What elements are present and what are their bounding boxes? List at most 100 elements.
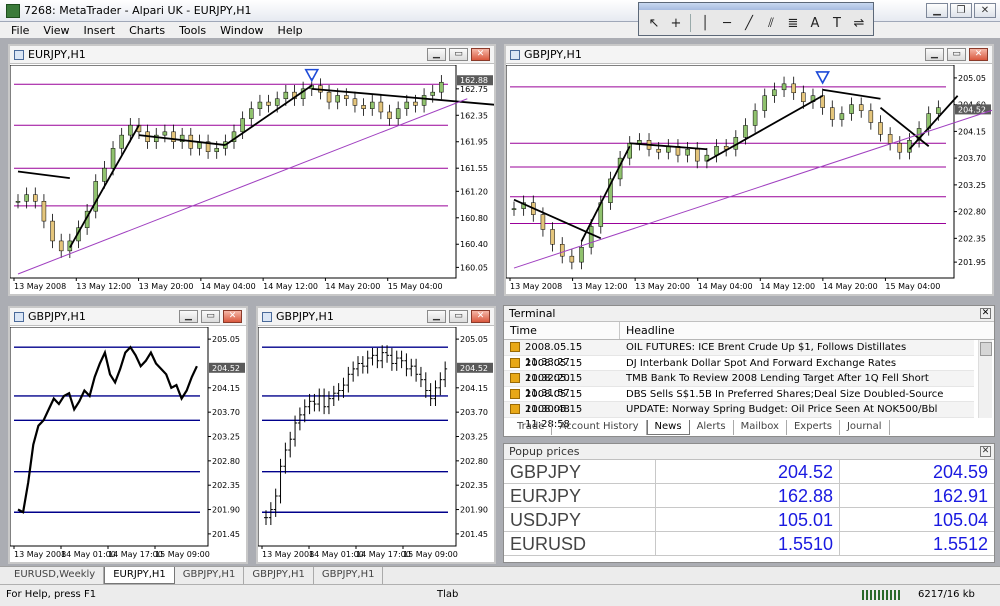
price-row[interactable]: USDJPY 105.01 105.04: [504, 508, 994, 532]
candle-body: [897, 143, 903, 153]
chart-window-gbpjpy[interactable]: GBPJPY,H1 ▁ ▭ ✕ 205.05204.60204.15203.70…: [504, 44, 994, 296]
candle-body: [685, 148, 690, 156]
chart-tab[interactable]: EURJPY,H1: [104, 567, 175, 584]
chart-window-titlebar[interactable]: EURJPY,H1 ▁ ▭ ✕: [10, 46, 494, 64]
price-row[interactable]: EURJPY 162.88 162.91: [504, 484, 994, 508]
news-headline: UPDATE: Norway Spring Budget: Oil Price …: [626, 404, 938, 415]
column-header-time[interactable]: Time: [504, 322, 620, 339]
chart-window-titlebar[interactable]: GBPJPY,H1 ▁ ▭ ✕: [258, 308, 494, 326]
time-tick-label: 15 May 09:00: [155, 550, 210, 559]
chart-window-titlebar[interactable]: GBPJPY,H1 ▁ ▭ ✕: [506, 46, 992, 64]
chart-maximize-button[interactable]: ▭: [449, 310, 468, 323]
menu-window[interactable]: Window: [213, 24, 270, 37]
chart-close-button[interactable]: ✕: [223, 310, 242, 323]
menu-insert[interactable]: Insert: [77, 24, 123, 37]
chart-close-button[interactable]: ✕: [471, 310, 490, 323]
candle-body: [569, 255, 575, 263]
chart-canvas[interactable]: 205.05 204.15 203.70 203.25 202.80 202.35 201.…: [10, 327, 246, 562]
terminal-scrollbar[interactable]: [978, 340, 992, 418]
news-row[interactable]: 2008.05.15 11:32:20 DJ Interbank Dollar S…: [504, 356, 974, 384]
chart-maximize-button[interactable]: ▭: [201, 310, 220, 323]
news-row[interactable]: 2008.05.15 11:33:27 OIL FUTURES: ICE Bren…: [504, 340, 974, 368]
cursor-icon[interactable]: ↖: [643, 12, 665, 34]
minimize-button[interactable]: ▁: [926, 3, 948, 18]
terminal-close-button[interactable]: ✕: [980, 308, 991, 319]
horizontal-line-icon[interactable]: ─: [716, 12, 738, 34]
price-tick-label: 202.35: [460, 481, 488, 490]
candle-body: [656, 148, 661, 153]
chart-minimize-button[interactable]: ▁: [925, 48, 944, 61]
terminal-title-text: Terminal: [509, 307, 556, 320]
tab-journal[interactable]: Journal: [840, 420, 890, 435]
candle-body: [395, 108, 401, 119]
tab-trade[interactable]: Trade: [510, 420, 553, 435]
candle-body: [378, 101, 384, 113]
tab-news[interactable]: News: [646, 420, 690, 435]
text-label-icon[interactable]: T: [826, 12, 848, 34]
time-tick-label: 13 May 2008: [510, 282, 562, 291]
chart-window-gbpjpy-bars[interactable]: GBPJPY,H1 ▁ ▭ ✕ 205.05 204.15 203.70 203.25…: [256, 306, 496, 564]
tab-alerts[interactable]: Alerts: [690, 420, 734, 435]
text-icon[interactable]: A: [804, 12, 826, 34]
candle-body: [41, 201, 47, 222]
menu-tools[interactable]: Tools: [172, 24, 213, 37]
tab-experts[interactable]: Experts: [787, 420, 840, 435]
candle-body: [439, 81, 444, 93]
close-button[interactable]: ✕: [974, 3, 996, 18]
chart-tab[interactable]: EURUSD,Weekly: [6, 567, 105, 584]
chart-maximize-button[interactable]: ▭: [449, 48, 468, 61]
toolbar-grip[interactable]: [639, 3, 873, 10]
candle-body: [791, 83, 796, 94]
candle-body: [33, 194, 38, 202]
menu-help[interactable]: Help: [271, 24, 310, 37]
crosshair-icon[interactable]: +: [665, 12, 687, 34]
time-tick-label: 13 May 2008: [14, 282, 66, 291]
chart-minimize-button[interactable]: ▁: [427, 48, 446, 61]
candle-body: [839, 113, 845, 120]
price-bid: 105.01: [656, 508, 840, 531]
vertical-line-icon[interactable]: │: [694, 12, 716, 34]
restore-button[interactable]: ❐: [950, 3, 972, 18]
column-header-headline[interactable]: Headline: [620, 322, 675, 339]
news-row[interactable]: 2008.05.15 11:31:57 TMB Bank To Review 20…: [504, 371, 974, 399]
current-price-label: 204.52: [460, 364, 488, 373]
chart-window-gbpjpy-line[interactable]: GBPJPY,H1 ▁ ▭ ✕ 205.05 204.15 203.70 203.25…: [8, 306, 248, 564]
candle-body: [162, 131, 168, 136]
equidistant-channel-icon[interactable]: ⫽: [760, 12, 782, 34]
tab-mailbox[interactable]: Mailbox: [734, 420, 787, 435]
candle-body: [588, 226, 594, 248]
news-row[interactable]: 2008.05.15 11:30:48 DBS Sells S$1.5B In P…: [504, 387, 974, 415]
chart-canvas[interactable]: 205.05 204.15 203.70 203.25 202.80 202.35 201.…: [258, 327, 494, 562]
price-row[interactable]: EURUSD 1.5510 1.5512: [504, 532, 994, 556]
trendline-icon[interactable]: ╱: [738, 12, 760, 34]
chart-window-titlebar[interactable]: GBPJPY,H1 ▁ ▭ ✕: [10, 308, 246, 326]
menu-charts[interactable]: Charts: [122, 24, 172, 37]
chart-minimize-button[interactable]: ▁: [427, 310, 446, 323]
chart-tab[interactable]: GBPJPY,H1: [314, 567, 384, 584]
news-row[interactable]: 2008.05.15 11:28:58 UPDATE: Norway Spring…: [504, 402, 974, 430]
candle-body: [762, 95, 768, 111]
chart-canvas[interactable]: 162.75 162.35 161.95 161.55 161.20 160.80 160.…: [10, 65, 494, 294]
chart-minimize-button[interactable]: ▁: [179, 310, 198, 323]
menu-file[interactable]: File: [4, 24, 36, 37]
price-tick-label: 205.05: [212, 335, 240, 344]
chart-close-button[interactable]: ✕: [471, 48, 490, 61]
popup-close-button[interactable]: ✕: [980, 446, 991, 457]
chart-tab[interactable]: GBPJPY,H1: [175, 567, 245, 584]
chart-canvas[interactable]: 205.05204.60204.15203.70203.25202.80202.…: [506, 65, 992, 294]
menu-view[interactable]: View: [36, 24, 76, 37]
arrows-icon[interactable]: ⇌: [848, 12, 870, 34]
price-row[interactable]: GBPJPY 204.52 204.59: [504, 460, 994, 484]
news-headline: OIL FUTURES: ICE Brent Crude Up $1, Foll…: [626, 342, 907, 353]
fibonacci-icon[interactable]: ≣: [782, 12, 804, 34]
chart-tab[interactable]: GBPJPY,H1: [244, 567, 314, 584]
scrollbar-thumb[interactable]: [980, 342, 992, 356]
time-tick-label: 14 May 04:00: [698, 282, 753, 291]
terminal-tabs: Trade Account History News Alerts Mailbo…: [510, 420, 890, 435]
chart-close-button[interactable]: ✕: [969, 48, 988, 61]
chart-window-eurjpy[interactable]: EURJPY,H1 ▁ ▭ ✕ 162.75 162.35 161.95 161.55…: [8, 44, 496, 296]
tab-account-history[interactable]: Account History: [552, 420, 647, 435]
chart-maximize-button[interactable]: ▭: [947, 48, 966, 61]
candle-body: [335, 95, 340, 103]
news-time: 2008.05.15 11:33:27: [525, 342, 583, 368]
